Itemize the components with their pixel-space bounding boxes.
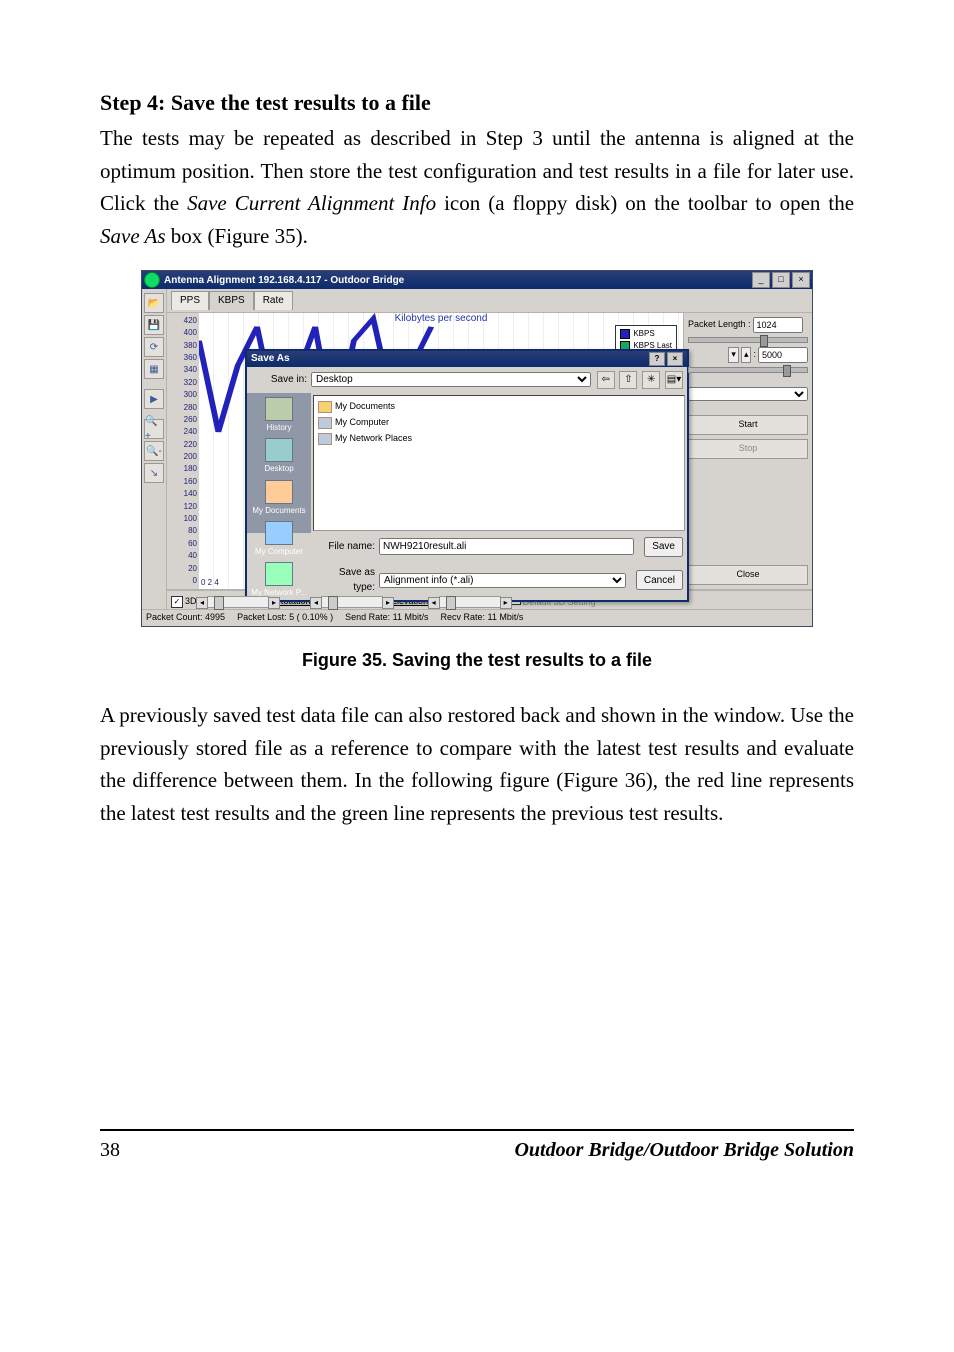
file-listing[interactable]: My Documents My Computer My Network Plac… — [313, 395, 685, 531]
zoom-out-icon[interactable]: 🔍- — [144, 441, 164, 461]
place-mydocs[interactable]: My Documents — [252, 480, 305, 517]
back-icon[interactable]: ⇦ — [597, 371, 615, 389]
savetype-select[interactable]: Alignment info (*.ali) — [379, 573, 626, 588]
save-in-select[interactable]: Desktop — [311, 372, 591, 387]
tab-row: PPS KBPS Rate — [167, 289, 812, 313]
window-title: Antenna Alignment 192.168.4.117 - Outdoo… — [164, 273, 750, 289]
list-item: My Computer — [318, 416, 680, 430]
count-spin-down[interactable]: ▾ — [728, 347, 739, 363]
tab-kbps[interactable]: KBPS — [209, 291, 254, 310]
place-mycomp[interactable]: My Computer — [255, 521, 303, 558]
figure-caption: Figure 35. Saving the test results to a … — [100, 647, 854, 675]
save-as-dialog: Save As ? × Save in: Desktop ⇦ — [245, 349, 689, 602]
footer-title: Outdoor Bridge/Outdoor Bridge Solution — [514, 1135, 854, 1166]
screenshot-window: Antenna Alignment 192.168.4.117 - Outdoo… — [141, 270, 813, 627]
filename-input[interactable] — [379, 538, 634, 555]
page-number: 38 — [100, 1135, 120, 1166]
close-panel-button[interactable]: Close — [688, 565, 808, 585]
packet-count-input[interactable] — [758, 347, 808, 363]
places-bar: History Desktop My Documents My Computer… — [247, 393, 311, 533]
packet-length-label: Packet Length : — [688, 318, 751, 332]
dialog-titlebar: Save As ? × — [247, 351, 687, 367]
chart-plot: Kilobytes per second KBPS KBPS Last 0 2 … — [199, 313, 683, 590]
save-in-label: Save in: — [251, 372, 307, 388]
grid-icon[interactable]: ▦ — [144, 359, 164, 379]
step-heading: Step 4: Save the test results to a file — [100, 86, 854, 120]
app-icon — [144, 272, 160, 288]
gui-name: Save As — [100, 224, 166, 248]
dialog-close-button[interactable]: × — [667, 352, 683, 366]
chart-area: 020 4060 80100 120140 160180 200220 2402… — [167, 313, 812, 591]
status-packet-count: Packet Count: 4995 — [146, 611, 225, 625]
place-history[interactable]: History — [265, 397, 293, 434]
stop-button[interactable]: Stop — [688, 439, 808, 459]
place-mynet[interactable]: My Network P... — [251, 562, 306, 599]
cancel-button[interactable]: Cancel — [636, 570, 683, 590]
rotation-slider[interactable]: ◂▸ — [321, 596, 383, 608]
zoom-in-icon[interactable]: 🔍+ — [144, 419, 164, 439]
dialog-help-button[interactable]: ? — [649, 352, 665, 366]
place-desktop[interactable]: Desktop — [264, 438, 293, 475]
gui-name: Save Current Alignment Info — [187, 191, 436, 215]
maximize-button[interactable]: □ — [772, 272, 790, 288]
minimize-button[interactable]: _ — [752, 272, 770, 288]
explanation-paragraph: A previously saved test data file can al… — [100, 699, 854, 829]
elevation-slider[interactable]: ◂▸ — [439, 596, 501, 608]
packet-length-input[interactable] — [753, 317, 803, 333]
view-menu-icon[interactable]: ▤▾ — [665, 371, 683, 389]
status-packet-lost: Packet Lost: 5 ( 0.10% ) — [237, 611, 333, 625]
refresh-icon[interactable]: ⟳ — [144, 337, 164, 357]
three-d-checkbox[interactable]: ✓ — [171, 596, 183, 608]
window-titlebar: Antenna Alignment 192.168.4.117 - Outdoo… — [142, 271, 812, 289]
page-footer: 38 Outdoor Bridge/Outdoor Bridge Solutio… — [100, 1129, 854, 1166]
y-axis-ticks: 020 4060 80100 120140 160180 200220 2402… — [167, 313, 199, 590]
start-button[interactable]: Start — [688, 415, 808, 435]
savetype-label: Save as type: — [319, 565, 375, 596]
intro-paragraph: The tests may be repeated as described i… — [100, 122, 854, 252]
list-item: My Documents — [318, 400, 680, 414]
save-button[interactable]: Save — [644, 537, 683, 557]
panel-dropdown[interactable] — [688, 387, 808, 401]
new-folder-icon[interactable]: ✳ — [642, 371, 660, 389]
pointer-icon[interactable]: ↘ — [144, 463, 164, 483]
open-icon[interactable]: 📂 — [144, 293, 164, 313]
save-icon[interactable]: 💾 — [144, 315, 164, 335]
packet-length-slider[interactable] — [688, 337, 808, 343]
status-send-rate: Send Rate: 11 Mbit/s — [345, 611, 428, 625]
tab-rate[interactable]: Rate — [254, 291, 293, 310]
close-button[interactable]: × — [792, 272, 810, 288]
count-spin-up[interactable]: ▴ — [741, 347, 752, 363]
right-panel: Packet Length : ▾ ▴ : Start St — [683, 313, 812, 590]
text: box (Figure 35). — [171, 224, 308, 248]
list-item: My Network Places — [318, 432, 680, 446]
up-icon[interactable]: ⇧ — [619, 371, 637, 389]
dialog-title: Save As — [251, 351, 290, 367]
filename-label: File name: — [319, 539, 375, 555]
x-axis-ticks: 0 2 4 — [201, 577, 219, 589]
tab-pps[interactable]: PPS — [171, 291, 209, 310]
export-icon[interactable]: ▶ — [144, 389, 164, 409]
status-recv-rate: Recv Rate: 11 Mbit/s — [441, 611, 524, 625]
side-toolbar: 📂 💾 ⟳ ▦ ▶ 🔍+ 🔍- ↘ — [142, 289, 167, 609]
dialog-nav-icons: ⇦ ⇧ ✳ ▤▾ — [595, 371, 683, 389]
text: icon (a floppy disk) on the toolbar to o… — [444, 191, 854, 215]
packet-count-slider[interactable] — [688, 367, 808, 373]
three-d-slider[interactable]: ◂▸ — [207, 596, 269, 608]
